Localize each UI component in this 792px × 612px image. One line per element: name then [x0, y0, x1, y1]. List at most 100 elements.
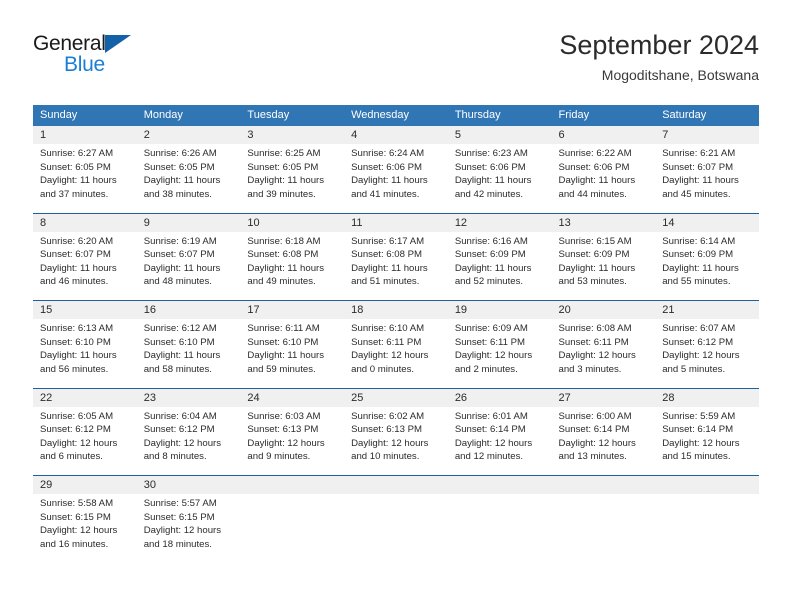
- sunset-text: Sunset: 6:14 PM: [454, 424, 526, 436]
- daylight-text-line1: Daylight: 12 hours: [143, 437, 222, 449]
- day-cell[interactable]: Sunrise: 6:24 AM Sunset: 6:06 PM Dayligh…: [344, 144, 448, 213]
- day-number: 23: [136, 387, 241, 407]
- sunset-text: Sunset: 6:06 PM: [351, 161, 423, 173]
- sunset-text: Sunset: 6:08 PM: [351, 249, 423, 261]
- sunrise-text: Sunrise: 6:17 AM: [351, 235, 425, 247]
- daylight-text-line1: Daylight: 11 hours: [40, 262, 117, 274]
- day-number: 11: [344, 212, 448, 232]
- day-cell[interactable]: Sunrise: 6:27 AM Sunset: 6:05 PM Dayligh…: [33, 144, 137, 213]
- day-cell[interactable]: Sunrise: 6:16 AM Sunset: 6:09 PM Dayligh…: [447, 231, 552, 301]
- day-number: 12: [447, 212, 552, 232]
- daylight-text-line2: and 52 minutes.: [454, 276, 524, 288]
- day-cell[interactable]: Sunrise: 6:18 AM Sunset: 6:08 PM Dayligh…: [240, 231, 345, 301]
- day-cell[interactable]: Sunrise: 5:58 AM Sunset: 6:15 PM Dayligh…: [33, 494, 137, 569]
- day-cell[interactable]: Sunrise: 6:04 AM Sunset: 6:12 PM Dayligh…: [136, 406, 241, 476]
- day-cell[interactable]: Sunrise: 6:15 AM Sunset: 6:09 PM Dayligh…: [551, 231, 656, 301]
- sunrise-text: Sunrise: 6:27 AM: [40, 148, 114, 159]
- sunrise-text: Sunrise: 6:05 AM: [40, 410, 114, 422]
- week-3-day-number-row: 15 16 17 18 19 20 21: [33, 300, 759, 319]
- calendar-body: 1 2 3 4 5 6 7 Sunrise: 6:27 AM Sunset: 6…: [33, 126, 759, 569]
- daylight-text-line2: and 39 minutes.: [247, 188, 316, 200]
- sunset-text: Sunset: 6:14 PM: [558, 424, 630, 436]
- week-2-detail-row: Sunrise: 6:20 AM Sunset: 6:07 PM Dayligh…: [33, 231, 759, 301]
- day-cell[interactable]: Sunrise: 6:10 AM Sunset: 6:11 PM Dayligh…: [344, 319, 448, 388]
- sunset-text: Sunset: 6:09 PM: [558, 249, 630, 261]
- day-number: 2: [136, 126, 241, 144]
- sunset-text: Sunset: 6:11 PM: [454, 336, 526, 348]
- day-cell[interactable]: Sunrise: 6:14 AM Sunset: 6:09 PM Dayligh…: [655, 231, 759, 301]
- day-number-empty: [344, 475, 448, 494]
- daylight-text-line2: and 9 minutes.: [247, 451, 311, 463]
- sunset-text: Sunset: 6:12 PM: [40, 424, 111, 436]
- day-cell[interactable]: Sunrise: 6:03 AM Sunset: 6:13 PM Dayligh…: [240, 406, 345, 476]
- daylight-text-line1: Daylight: 11 hours: [143, 175, 221, 187]
- daylight-text-line2: and 0 minutes.: [351, 363, 415, 375]
- day-cell[interactable]: Sunrise: 6:01 AM Sunset: 6:14 PM Dayligh…: [447, 406, 552, 476]
- day-number: 6: [551, 126, 656, 144]
- sunrise-text: Sunrise: 6:07 AM: [662, 323, 736, 334]
- sunset-text: Sunset: 6:07 PM: [40, 249, 111, 261]
- day-cell[interactable]: Sunrise: 6:11 AM Sunset: 6:10 PM Dayligh…: [240, 319, 345, 388]
- day-cell[interactable]: Sunrise: 6:23 AM Sunset: 6:06 PM Dayligh…: [447, 144, 552, 213]
- sunset-text: Sunset: 6:15 PM: [40, 511, 111, 523]
- daylight-text-line2: and 55 minutes.: [662, 276, 731, 288]
- sunset-text: Sunset: 6:07 PM: [143, 249, 215, 261]
- day-cell[interactable]: Sunrise: 6:26 AM Sunset: 6:05 PM Dayligh…: [136, 144, 241, 213]
- day-cell[interactable]: Sunrise: 5:59 AM Sunset: 6:14 PM Dayligh…: [655, 406, 759, 476]
- daylight-text-line2: and 37 minutes.: [40, 188, 109, 200]
- sunrise-text: Sunrise: 5:58 AM: [40, 498, 114, 509]
- daylight-text-line2: and 10 minutes.: [351, 451, 420, 463]
- sunrise-text: Sunrise: 6:02 AM: [351, 410, 425, 422]
- sunset-text: Sunset: 6:05 PM: [143, 161, 215, 173]
- day-cell[interactable]: Sunrise: 6:22 AM Sunset: 6:06 PM Dayligh…: [551, 144, 656, 213]
- sunrise-text: Sunrise: 6:11 AM: [247, 323, 320, 334]
- daylight-text-line2: and 6 minutes.: [40, 451, 103, 463]
- day-cell[interactable]: Sunrise: 6:09 AM Sunset: 6:11 PM Dayligh…: [447, 319, 552, 388]
- day-cell[interactable]: Sunrise: 6:05 AM Sunset: 6:12 PM Dayligh…: [33, 406, 137, 476]
- sunrise-text: Sunrise: 6:19 AM: [143, 235, 217, 247]
- day-cell[interactable]: Sunrise: 5:57 AM Sunset: 6:15 PM Dayligh…: [136, 494, 241, 569]
- day-cell[interactable]: Sunrise: 6:02 AM Sunset: 6:13 PM Dayligh…: [344, 406, 448, 476]
- daylight-text-line2: and 15 minutes.: [662, 451, 731, 463]
- sunset-text: Sunset: 6:05 PM: [40, 161, 111, 173]
- day-cell[interactable]: Sunrise: 6:08 AM Sunset: 6:11 PM Dayligh…: [551, 319, 656, 388]
- daylight-text-line1: Daylight: 12 hours: [558, 350, 636, 362]
- daylight-text-line1: Daylight: 11 hours: [454, 262, 532, 274]
- day-cell[interactable]: Sunrise: 6:19 AM Sunset: 6:07 PM Dayligh…: [136, 231, 241, 301]
- daylight-text-line1: Daylight: 12 hours: [454, 437, 533, 449]
- day-of-week-header-row: Sunday Monday Tuesday Wednesday Thursday…: [33, 105, 759, 126]
- daylight-text-line2: and 51 minutes.: [351, 276, 420, 288]
- day-number-empty: [240, 475, 345, 494]
- daylight-text-line2: and 56 minutes.: [40, 363, 109, 375]
- day-cell[interactable]: Sunrise: 6:12 AM Sunset: 6:10 PM Dayligh…: [136, 319, 241, 388]
- day-cell[interactable]: Sunrise: 6:21 AM Sunset: 6:07 PM Dayligh…: [655, 144, 759, 213]
- sunset-text: Sunset: 6:05 PM: [247, 161, 319, 173]
- day-cell[interactable]: Sunrise: 6:25 AM Sunset: 6:05 PM Dayligh…: [240, 144, 345, 213]
- sunrise-text: Sunrise: 6:15 AM: [558, 235, 632, 247]
- day-cell[interactable]: Sunrise: 6:07 AM Sunset: 6:12 PM Dayligh…: [655, 319, 759, 388]
- sunrise-text: Sunrise: 6:14 AM: [662, 235, 736, 247]
- day-number: 30: [136, 475, 241, 494]
- day-number-empty: [655, 475, 759, 494]
- daylight-text-line1: Daylight: 11 hours: [40, 175, 117, 187]
- daylight-text-line2: and 18 minutes.: [143, 538, 212, 550]
- day-cell[interactable]: Sunrise: 6:00 AM Sunset: 6:14 PM Dayligh…: [551, 406, 656, 476]
- daylight-text-line2: and 59 minutes.: [247, 363, 316, 375]
- sunrise-text: Sunrise: 6:10 AM: [351, 323, 425, 334]
- daylight-text-line1: Daylight: 11 hours: [143, 350, 221, 362]
- week-1-day-number-row: 1 2 3 4 5 6 7: [33, 126, 759, 144]
- daylight-text-line1: Daylight: 11 hours: [558, 262, 636, 274]
- sunset-text: Sunset: 6:14 PM: [662, 424, 734, 436]
- day-header-tuesday: Tuesday: [240, 105, 345, 126]
- daylight-text-line1: Daylight: 11 hours: [143, 262, 221, 274]
- sunrise-text: Sunrise: 6:03 AM: [247, 410, 321, 422]
- day-cell[interactable]: Sunrise: 6:13 AM Sunset: 6:10 PM Dayligh…: [33, 319, 137, 388]
- daylight-text-line1: Daylight: 12 hours: [662, 350, 740, 362]
- general-blue-logo[interactable]: General Blue: [33, 32, 163, 80]
- daylight-text-line1: Daylight: 11 hours: [40, 350, 117, 362]
- day-number: 9: [136, 212, 241, 232]
- day-cell[interactable]: Sunrise: 6:20 AM Sunset: 6:07 PM Dayligh…: [33, 231, 137, 301]
- sunset-text: Sunset: 6:10 PM: [247, 336, 319, 348]
- day-cell[interactable]: Sunrise: 6:17 AM Sunset: 6:08 PM Dayligh…: [344, 231, 448, 301]
- sunrise-text: Sunrise: 6:12 AM: [143, 323, 217, 334]
